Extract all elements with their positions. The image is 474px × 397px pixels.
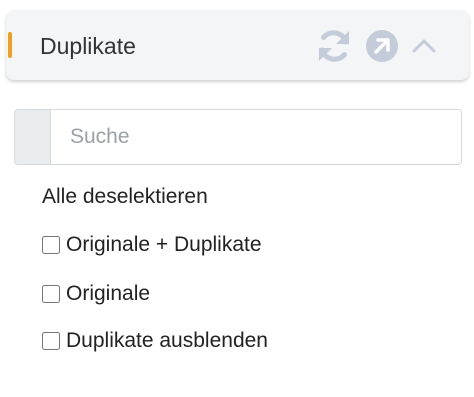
panel-header: Duplikate bbox=[6, 10, 469, 80]
option-label: Originale + Duplikate bbox=[66, 233, 262, 256]
checkbox-originals-and-duplicates[interactable] bbox=[42, 236, 60, 254]
checkbox-hide-duplicates[interactable] bbox=[42, 332, 60, 350]
option-originals-and-duplicates[interactable]: Originale + Duplikate bbox=[42, 232, 262, 258]
panel-title: Duplikate bbox=[40, 33, 136, 59]
option-hide-duplicates[interactable]: Duplikate ausblenden bbox=[42, 328, 268, 354]
accent-bar bbox=[8, 32, 12, 58]
external-link-icon[interactable] bbox=[365, 29, 399, 63]
refresh-icon[interactable] bbox=[315, 27, 353, 65]
deselect-all-link[interactable]: Alle deselektieren bbox=[42, 184, 208, 210]
option-originals[interactable]: Originale bbox=[42, 281, 150, 307]
search-box bbox=[14, 109, 462, 165]
checkbox-originals[interactable] bbox=[42, 285, 60, 303]
search-input[interactable] bbox=[52, 110, 461, 164]
option-label: Duplikate ausblenden bbox=[66, 329, 268, 352]
header-actions bbox=[315, 27, 437, 65]
search-addon bbox=[15, 110, 51, 164]
chevron-up-icon[interactable] bbox=[411, 36, 437, 56]
option-label: Originale bbox=[66, 282, 151, 305]
